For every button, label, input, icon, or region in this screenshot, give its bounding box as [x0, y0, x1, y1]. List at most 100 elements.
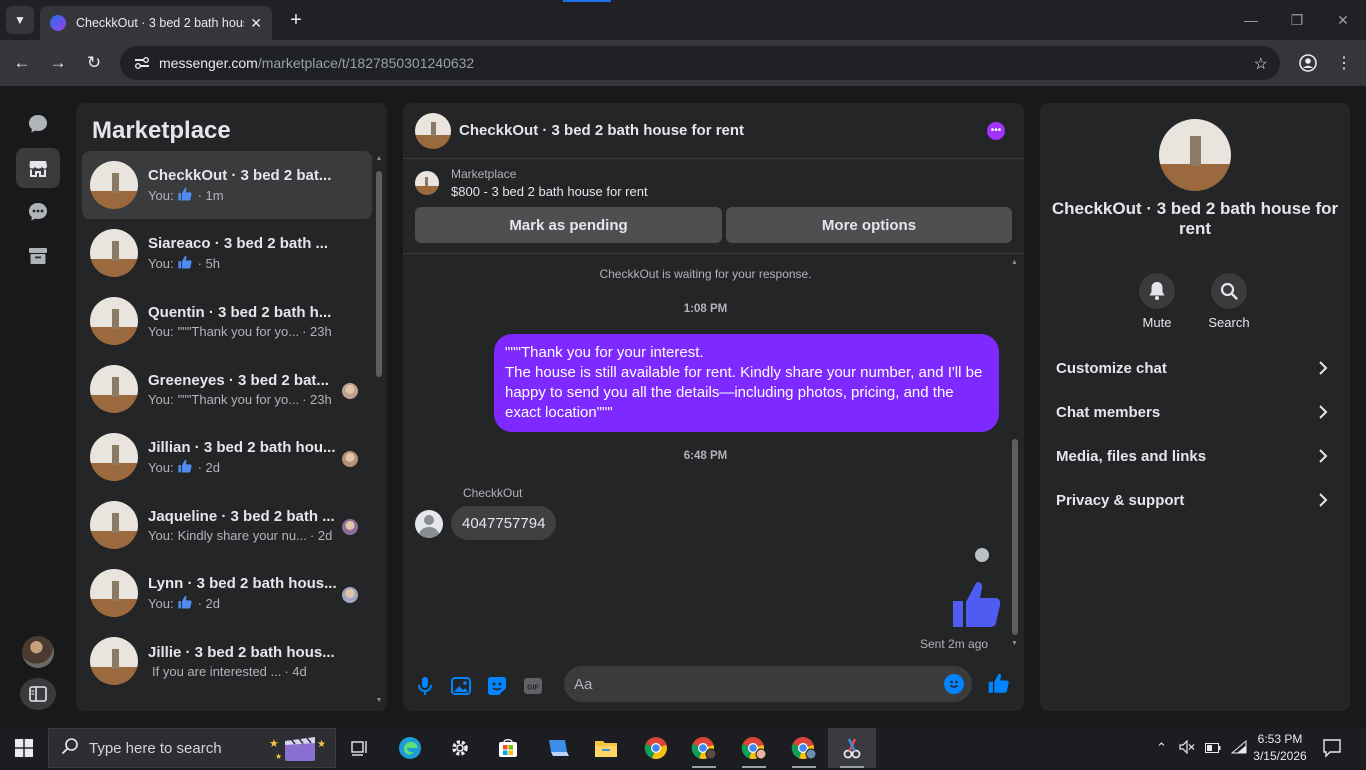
chat-title[interactable]: CheckkOut · 3 bed 2 bath house for rent — [459, 122, 744, 139]
new-tab-button[interactable]: + — [282, 6, 310, 34]
file-explorer-icon[interactable] — [582, 728, 630, 768]
message-timestamp: 1:08 PM — [683, 303, 728, 315]
mark-pending-button[interactable]: Mark as pending — [415, 207, 722, 243]
marketplace-icon[interactable] — [16, 148, 60, 188]
reload-button[interactable]: ↻ — [80, 49, 108, 77]
tray-overflow-icon[interactable]: ⌃ — [1156, 740, 1167, 756]
listing-label: Marketplace — [451, 167, 517, 181]
chat-header: CheckkOut · 3 bed 2 bath house for rent … — [403, 103, 1024, 159]
chat-scrollbar[interactable] — [1012, 439, 1018, 635]
forward-button[interactable]: → — [44, 49, 72, 77]
privacy-support-row[interactable]: Privacy & support — [1048, 480, 1342, 520]
chrome-profile-icon[interactable] — [730, 728, 778, 768]
gif-icon[interactable]: GIF — [522, 675, 544, 697]
sender-avatar[interactable] — [415, 510, 443, 538]
page-title: Marketplace — [92, 117, 231, 144]
conversation-item[interactable]: Quentin · 3 bed 2 bath h... You: """Thank … — [82, 287, 372, 355]
bell-icon[interactable] — [1139, 273, 1175, 309]
row-label: Media, files and links — [1056, 447, 1207, 465]
chat-scroll-up-arrow[interactable]: ▲ — [1011, 259, 1018, 266]
conversation-list: CheckkOut · 3 bed 2 bat... You: · 1m Siarea… — [82, 151, 372, 695]
requests-icon[interactable] — [16, 192, 60, 232]
send-like-icon[interactable] — [987, 672, 1009, 699]
notification-icon[interactable] — [1322, 738, 1342, 763]
chrome-profile-icon[interactable] — [680, 728, 728, 768]
conversation-thumbnail — [90, 365, 138, 413]
chevron-right-icon — [1318, 492, 1328, 512]
remote-desktop-icon[interactable] — [534, 728, 582, 768]
browser-tab-active[interactable]: CheckkOut · 3 bed 2 bath house for rent … — [40, 6, 272, 40]
address-bar[interactable]: messenger.com/marketplace/t/182785030124… — [120, 46, 1280, 80]
svg-text:★: ★ — [275, 752, 282, 761]
chats-icon[interactable] — [16, 104, 60, 144]
mute-action[interactable]: Mute — [1127, 273, 1187, 330]
close-window-button[interactable]: ✕ — [1320, 8, 1366, 32]
listing-summary[interactable]: Marketplace $800 - 3 bed 2 bath house fo… — [415, 167, 648, 199]
browser-menu-icon[interactable]: ⋮ — [1332, 52, 1356, 74]
emoji-icon[interactable] — [944, 674, 964, 694]
chat-members-row[interactable]: Chat members — [1048, 392, 1342, 432]
conversation-item[interactable]: Jillie · 3 bed 2 bath hous... If you are … — [82, 627, 372, 695]
taskbar-search-placeholder: Type here to search — [89, 739, 222, 757]
conversation-item[interactable]: Jaqueline · 3 bed 2 bath ... You: Kindly s… — [82, 491, 372, 559]
clock-time: 6:53 PM — [1257, 732, 1303, 746]
battery-icon[interactable] — [1204, 741, 1221, 756]
seen-indicator-avatar — [975, 548, 989, 562]
microphone-icon[interactable] — [414, 675, 436, 697]
taskbar-clock[interactable]: 6:53 PM 3/15/2026 — [1252, 731, 1308, 765]
tab-search-button[interactable]: ▼ — [6, 6, 34, 34]
taskbar-search[interactable]: Type here to search ★ ★ ★ — [48, 728, 336, 768]
sidebar-toggle-icon[interactable] — [20, 678, 56, 710]
message-input[interactable] — [564, 666, 972, 702]
search-action[interactable]: Search — [1199, 273, 1259, 330]
sender-name: CheckkOut — [463, 486, 523, 500]
site-info-icon[interactable] — [134, 56, 150, 70]
customize-chat-row[interactable]: Customize chat — [1048, 348, 1342, 388]
outgoing-message[interactable]: """Thank you for your interest. The hous… — [494, 334, 999, 432]
conversation-name: Lynn · 3 bed 2 bath hous... — [148, 574, 337, 592]
like-sticker-icon[interactable] — [949, 579, 1001, 634]
incoming-message[interactable]: 4047757794 — [451, 506, 557, 540]
chrome-profile-icon[interactable] — [780, 728, 828, 768]
sticker-icon[interactable] — [486, 675, 508, 697]
task-view-icon[interactable] — [336, 728, 384, 768]
archive-icon[interactable] — [16, 236, 60, 276]
list-scrollbar[interactable] — [376, 171, 382, 377]
chrome-icon[interactable] — [632, 728, 680, 768]
edge-browser-icon[interactable] — [386, 728, 434, 768]
restore-button[interactable]: ❐ — [1274, 8, 1320, 32]
snipping-tool-icon[interactable] — [828, 728, 876, 768]
chat-header-thumbnail[interactable] — [415, 112, 451, 149]
scroll-down-arrow[interactable]: ▼ — [375, 697, 383, 704]
conversation-preview: You: · 2d — [148, 595, 338, 612]
microsoft-store-icon[interactable] — [484, 728, 532, 768]
search-icon[interactable] — [1211, 273, 1247, 309]
more-options-button[interactable]: More options — [726, 207, 1012, 243]
conversation-item[interactable]: CheckkOut · 3 bed 2 bat... You: · 1m — [82, 151, 372, 219]
conversation-item[interactable]: Greeneyes · 3 bed 2 bat... You: """Thank y… — [82, 355, 372, 423]
conversation-item[interactable]: Jillian · 3 bed 2 bath hou... You: · 2d — [82, 423, 372, 491]
user-avatar[interactable] — [22, 636, 54, 668]
conversation-preview: You: """Thank you for yo... · 23h — [148, 392, 338, 407]
bookmark-star-icon[interactable]: ☆ — [1254, 54, 1268, 74]
conversation-item[interactable]: Lynn · 3 bed 2 bath hous... You: · 2d — [82, 559, 372, 627]
windows-start-icon[interactable] — [0, 728, 48, 768]
scroll-up-arrow[interactable]: ▲ — [375, 155, 383, 162]
conversation-thumbnail — [90, 229, 138, 277]
media-files-links-row[interactable]: Media, files and links — [1048, 436, 1342, 476]
tab-close-icon[interactable]: ✕ — [250, 15, 262, 32]
wifi-icon[interactable] — [1230, 739, 1247, 757]
info-thumbnail[interactable] — [1159, 119, 1231, 191]
volume-muted-icon[interactable] — [1179, 739, 1195, 757]
minimize-button[interactable]: — — [1228, 8, 1274, 32]
back-button[interactable]: ← — [8, 49, 36, 77]
more-icon[interactable]: ••• — [987, 122, 1005, 140]
chat-scroll-down-arrow[interactable]: ▼ — [1011, 640, 1018, 647]
preview-snippet: If you are interested ... — [152, 663, 282, 679]
profile-icon[interactable] — [1296, 52, 1320, 74]
conversation-thumbnail — [90, 433, 138, 481]
photo-icon[interactable] — [450, 675, 472, 697]
conversation-item[interactable]: Siareaco · 3 bed 2 bath ... You: · 5h — [82, 219, 372, 287]
conversation-info-panel: CheckkOut · 3 bed 2 bath house for rent … — [1040, 103, 1350, 711]
settings-gear-icon[interactable] — [436, 728, 484, 768]
